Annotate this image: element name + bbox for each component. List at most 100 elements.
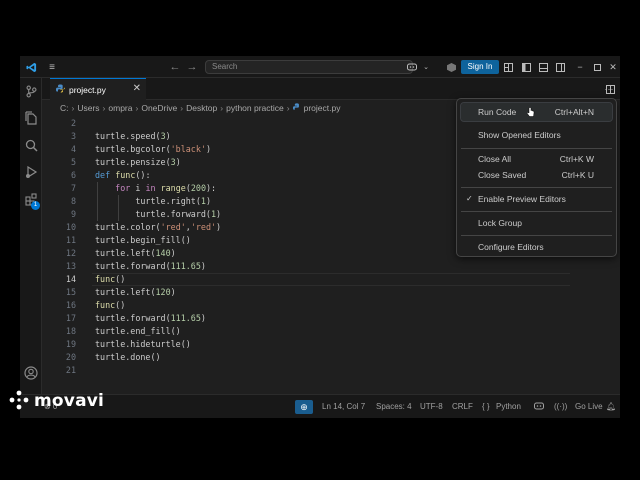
code-line[interactable]: func() xyxy=(95,299,125,312)
account-toggle-icon[interactable] xyxy=(444,56,458,78)
braces-icon: { } xyxy=(482,402,490,411)
extensions-badge: 1 xyxy=(31,201,40,210)
chevron-right-icon: › xyxy=(135,103,139,113)
code-line[interactable]: def func(): xyxy=(95,169,151,182)
code-line[interactable]: turtle.bgcolor('black') xyxy=(95,143,211,156)
maximize-icon[interactable] xyxy=(590,56,604,78)
code-line[interactable]: turtle.speed(3) xyxy=(95,130,171,143)
language-mode[interactable]: Python xyxy=(496,395,521,418)
code-line[interactable]: turtle.end_fill() xyxy=(95,325,181,338)
notifications-icon[interactable]: 🔔︎ xyxy=(606,395,616,418)
sign-in-button[interactable]: Sign In xyxy=(461,60,499,74)
extensions-icon[interactable]: 1 xyxy=(20,188,42,210)
menu-item-close-saved[interactable]: Close Saved Ctrl+K U xyxy=(461,166,612,184)
menu-item-label: Configure Editors xyxy=(478,242,544,252)
line-number: 11 xyxy=(65,235,76,245)
tab-project-py[interactable]: project.py ✕ xyxy=(50,78,146,100)
source-control-icon[interactable] xyxy=(20,80,42,102)
cursor-position[interactable]: Ln 14, Col 7 xyxy=(322,395,365,418)
chevron-down-icon[interactable]: ⌄ xyxy=(421,56,431,78)
back-arrow-icon[interactable]: ← xyxy=(168,56,182,78)
menu-item-lock-group[interactable]: Lock Group xyxy=(461,214,612,232)
explorer-icon[interactable] xyxy=(20,107,42,129)
search-input[interactable]: Search xyxy=(205,60,413,74)
menu-item-label: Close Saved xyxy=(478,170,527,180)
code-line[interactable]: turtle.begin_fill() xyxy=(95,234,191,247)
watermark-text: movavi xyxy=(34,391,105,411)
breadcrumb-item[interactable]: project.py xyxy=(304,103,341,113)
layout-icon[interactable] xyxy=(501,56,515,78)
menu-separator xyxy=(461,235,612,236)
copilot-icon[interactable] xyxy=(404,56,420,78)
breadcrumb-item[interactable]: Users xyxy=(77,103,99,113)
current-line-highlight xyxy=(92,273,570,286)
code-line[interactable]: turtle.right(1) xyxy=(95,195,211,208)
forward-arrow-icon[interactable]: → xyxy=(185,56,199,78)
line-number: 7 xyxy=(70,183,76,193)
line-ending[interactable]: CRLF xyxy=(452,395,473,418)
code-line[interactable]: turtle.forward(111.65) xyxy=(95,312,206,325)
breadcrumb-item[interactable]: OneDrive xyxy=(141,103,177,113)
breadcrumb-item[interactable]: ompra xyxy=(108,103,132,113)
more-actions-icon[interactable]: ··· xyxy=(602,78,616,100)
indent-guide xyxy=(97,182,98,221)
line-number: 14 xyxy=(65,274,76,284)
breadcrumb-item[interactable]: Desktop xyxy=(186,103,217,113)
tab-label: project.py xyxy=(69,84,106,95)
toggle-secondary-sidebar-icon[interactable] xyxy=(553,56,567,78)
code-line[interactable]: turtle.done() xyxy=(95,351,161,364)
chevron-right-icon: › xyxy=(71,103,75,113)
code-line[interactable]: turtle.color('red','red') xyxy=(95,221,221,234)
line-number: 17 xyxy=(65,313,76,323)
line-number: 18 xyxy=(65,326,76,336)
line-number: 9 xyxy=(70,209,76,219)
code-line[interactable]: turtle.left(120) xyxy=(95,286,176,299)
breadcrumb-item[interactable]: C: xyxy=(60,103,69,113)
menu-item-configure-editors[interactable]: Configure Editors xyxy=(461,238,612,256)
menu-separator xyxy=(461,148,612,149)
tab-close-icon[interactable]: ✕ xyxy=(133,83,141,94)
code-line[interactable]: for i in range(200): xyxy=(95,182,216,195)
indentation[interactable]: Spaces: 4 xyxy=(376,395,412,418)
line-number: 19 xyxy=(65,339,76,349)
line-number: 8 xyxy=(70,196,76,206)
check-icon: ✓ xyxy=(466,194,473,203)
line-number: 6 xyxy=(70,170,76,180)
copilot-status-icon[interactable] xyxy=(534,395,544,418)
menu-item-show-opened-editors[interactable]: Show Opened Editors xyxy=(461,126,612,144)
toggle-panel-icon[interactable] xyxy=(536,56,550,78)
menu-icon[interactable]: ≡ xyxy=(44,56,60,78)
go-live-button[interactable]: Go Live xyxy=(575,395,603,418)
code-line[interactable]: turtle.pensize(3) xyxy=(95,156,181,169)
line-number: 13 xyxy=(65,261,76,271)
menu-separator xyxy=(461,211,612,212)
code-line[interactable]: turtle.forward(111.65) xyxy=(95,260,206,273)
minimize-icon[interactable]: − xyxy=(573,56,587,78)
editor-actions-menu: Run Code Ctrl+Alt+N Show Opened Editors … xyxy=(456,98,617,257)
line-number: 16 xyxy=(65,300,76,310)
zoom-icon[interactable]: ⊕ xyxy=(295,400,313,414)
search-icon[interactable] xyxy=(20,134,42,156)
menu-item-run-code[interactable]: Run Code Ctrl+Alt+N xyxy=(460,102,613,122)
line-number: 12 xyxy=(65,248,76,258)
menu-item-enable-preview-editors[interactable]: ✓ Enable Preview Editors xyxy=(461,190,612,208)
title-bar: ≡ ← → Search ⌄ Sign In − ✕ xyxy=(20,56,620,78)
code-line[interactable]: turtle.left(140) xyxy=(95,247,176,260)
account-icon[interactable] xyxy=(20,362,42,384)
menu-separator xyxy=(461,187,612,188)
encoding[interactable]: UTF-8 xyxy=(420,395,443,418)
code-line[interactable]: func() xyxy=(95,273,125,286)
code-line[interactable]: turtle.hideturtle() xyxy=(95,338,191,351)
vscode-logo-icon xyxy=(20,56,42,78)
line-number: 4 xyxy=(70,144,76,154)
close-icon[interactable]: ✕ xyxy=(606,56,620,78)
menu-item-label: Lock Group xyxy=(478,218,522,228)
chevron-right-icon: › xyxy=(102,103,106,113)
toggle-sidebar-icon[interactable] xyxy=(519,56,533,78)
run-debug-icon[interactable] xyxy=(20,161,42,183)
breadcrumb-item[interactable]: python practice xyxy=(226,103,284,113)
python-file-icon xyxy=(56,84,65,95)
code-line[interactable]: turtle.forward(1) xyxy=(95,208,221,221)
menu-item-label: Show Opened Editors xyxy=(478,130,561,140)
line-number: 20 xyxy=(65,352,76,362)
